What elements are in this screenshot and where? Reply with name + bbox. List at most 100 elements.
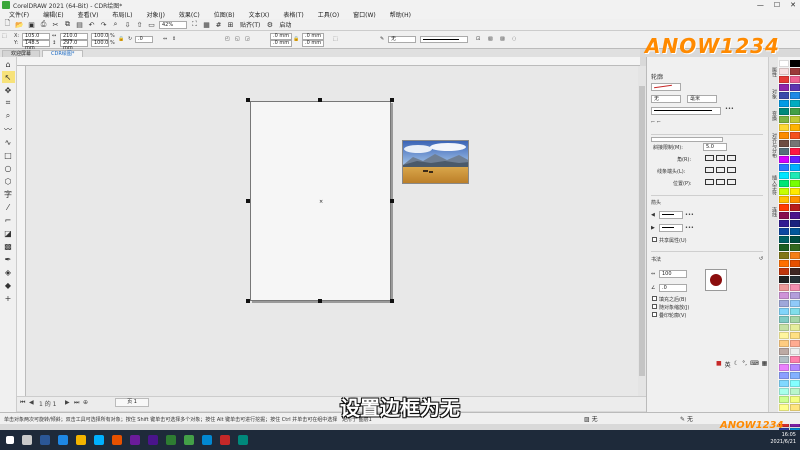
color-swatch[interactable] bbox=[778, 211, 789, 219]
color-swatch[interactable] bbox=[778, 347, 789, 355]
smart-fill-icon[interactable]: ◆ bbox=[2, 279, 15, 291]
stretch-field[interactable]: 100 bbox=[659, 270, 687, 278]
fill-indicator[interactable]: ▨ 无 bbox=[584, 414, 598, 423]
color-swatch[interactable] bbox=[778, 179, 789, 187]
qq-icon[interactable] bbox=[202, 435, 212, 445]
crop-tool-icon[interactable]: ⌗ bbox=[2, 97, 15, 109]
color-swatch[interactable] bbox=[778, 75, 789, 83]
color-swatch[interactable] bbox=[789, 363, 800, 371]
premiere-icon[interactable] bbox=[130, 435, 140, 445]
color-swatch[interactable] bbox=[778, 187, 789, 195]
menu-item[interactable]: 对象(J) bbox=[140, 10, 170, 19]
export-icon[interactable]: ⇧ bbox=[135, 20, 144, 29]
open-icon[interactable]: 📂 bbox=[15, 20, 24, 29]
color-swatch[interactable] bbox=[789, 195, 800, 203]
selection-handle[interactable] bbox=[390, 199, 394, 203]
polygon-tool-icon[interactable]: ⬡ bbox=[2, 175, 15, 187]
photoshop-icon[interactable] bbox=[94, 435, 104, 445]
color-swatch[interactable] bbox=[789, 331, 800, 339]
app-icon[interactable] bbox=[220, 435, 230, 445]
undo-icon[interactable]: ↶ bbox=[87, 20, 96, 29]
tab-welcome[interactable]: 欢迎屏幕 bbox=[2, 50, 41, 57]
outline-color-select[interactable] bbox=[651, 83, 681, 91]
color-swatch[interactable] bbox=[789, 123, 800, 131]
outline-indicator[interactable]: ✎ 无 bbox=[680, 414, 693, 423]
menu-item[interactable]: 效果(C) bbox=[173, 10, 206, 19]
scale-x-field[interactable]: 100.0 bbox=[91, 33, 109, 40]
settings-gear-icon[interactable]: ⚙ bbox=[265, 20, 274, 29]
side-tab-glyphs[interactable]: 插入字符 bbox=[770, 175, 778, 195]
wechat-icon[interactable] bbox=[184, 435, 194, 445]
publish-pdf-icon[interactable]: ▭ bbox=[147, 20, 156, 29]
more-styles-icon[interactable]: ••• bbox=[725, 106, 734, 112]
corner-radius-2-field[interactable]: .0 mm bbox=[302, 33, 324, 40]
text-tool-icon[interactable]: 字 bbox=[2, 188, 15, 200]
browser-icon[interactable] bbox=[58, 435, 68, 445]
color-swatch[interactable] bbox=[789, 267, 800, 275]
nib-shape-preview[interactable] bbox=[705, 269, 727, 291]
grid-icon[interactable]: ▦ bbox=[762, 360, 768, 370]
new-document-icon[interactable]: 🗋 bbox=[3, 19, 12, 29]
vertical-scrollbar[interactable] bbox=[638, 66, 646, 396]
minimize-icon[interactable]: — bbox=[757, 1, 764, 9]
to-back-icon[interactable]: ▨ bbox=[500, 36, 505, 42]
eyedropper-tool-icon[interactable]: ✒ bbox=[2, 253, 15, 265]
color-swatch[interactable] bbox=[778, 107, 789, 115]
save-icon[interactable]: ▣ bbox=[27, 20, 36, 29]
zoom-level-select[interactable]: 42% bbox=[159, 20, 187, 29]
end-arrow-select[interactable] bbox=[659, 224, 683, 232]
color-swatch[interactable] bbox=[778, 339, 789, 347]
color-swatch[interactable] bbox=[778, 299, 789, 307]
color-swatch[interactable] bbox=[789, 171, 800, 179]
color-swatch[interactable] bbox=[789, 211, 800, 219]
selection-handle[interactable] bbox=[390, 299, 394, 303]
mirror-horizontal-icon[interactable]: ⇔ bbox=[163, 36, 167, 42]
show-guidelines-icon[interactable]: ⊞ bbox=[226, 20, 235, 29]
start-arrow-select[interactable] bbox=[659, 211, 683, 219]
color-swatch[interactable] bbox=[789, 91, 800, 99]
color-swatch[interactable] bbox=[778, 259, 789, 267]
show-grid-icon[interactable]: # bbox=[214, 20, 223, 29]
close-icon[interactable]: ✕ bbox=[790, 1, 796, 9]
line-join-icons[interactable]: ⌐ ⌐ bbox=[651, 119, 661, 125]
interactive-fill-icon[interactable]: ◈ bbox=[2, 266, 15, 278]
artistic-media-icon[interactable]: ∿ bbox=[2, 136, 15, 148]
side-tab-align[interactable]: 对齐与分布 bbox=[770, 133, 778, 158]
app-icon[interactable] bbox=[238, 435, 248, 445]
color-swatch[interactable] bbox=[789, 179, 800, 187]
color-swatch[interactable] bbox=[789, 227, 800, 235]
text-icon[interactable]: 英 bbox=[725, 360, 731, 370]
color-swatch[interactable] bbox=[789, 59, 800, 67]
parallel-dimension-icon[interactable]: ⁄ bbox=[2, 201, 15, 213]
side-tab-transform[interactable]: 变换 bbox=[770, 111, 778, 121]
freehand-tool-icon[interactable]: 〰 bbox=[2, 123, 15, 135]
lock-corners-icon[interactable]: 🔒 bbox=[293, 36, 299, 42]
rotation-angle-field[interactable]: .0 bbox=[135, 36, 153, 43]
paste-icon[interactable]: ▤ bbox=[75, 20, 84, 29]
lock-ratio-icon[interactable]: 🔒 bbox=[118, 36, 124, 42]
color-swatch[interactable] bbox=[778, 139, 789, 147]
color-swatch[interactable] bbox=[778, 267, 789, 275]
rectangle-tool-icon[interactable]: □ bbox=[2, 149, 15, 161]
color-swatch[interactable] bbox=[778, 395, 789, 403]
selection-handle[interactable] bbox=[318, 98, 322, 102]
color-swatch[interactable] bbox=[789, 155, 800, 163]
shape-tool-icon[interactable]: ✥ bbox=[2, 84, 15, 96]
add-page-icon[interactable]: ⊕ bbox=[83, 399, 88, 406]
convert-to-curves-icon[interactable]: ◌ bbox=[512, 36, 516, 42]
color-swatch[interactable] bbox=[789, 355, 800, 363]
page-preset-icon[interactable]: ⬚ bbox=[2, 33, 7, 39]
color-swatch[interactable] bbox=[778, 155, 789, 163]
color-swatch[interactable] bbox=[789, 235, 800, 243]
cap-square-icon[interactable] bbox=[727, 167, 736, 173]
nib-angle-field[interactable]: .0 bbox=[659, 284, 687, 292]
file-explorer-icon[interactable] bbox=[76, 435, 86, 445]
copy-icon[interactable]: ⧉ bbox=[63, 20, 72, 29]
color-swatch[interactable] bbox=[789, 323, 800, 331]
color-swatch[interactable] bbox=[789, 219, 800, 227]
moon-icon[interactable]: ☾ bbox=[734, 360, 739, 370]
color-swatch[interactable] bbox=[789, 99, 800, 107]
color-swatch[interactable] bbox=[778, 227, 789, 235]
round-corner-icon[interactable]: ◰ bbox=[225, 36, 230, 42]
reset-icon[interactable]: ↺ bbox=[759, 256, 763, 262]
